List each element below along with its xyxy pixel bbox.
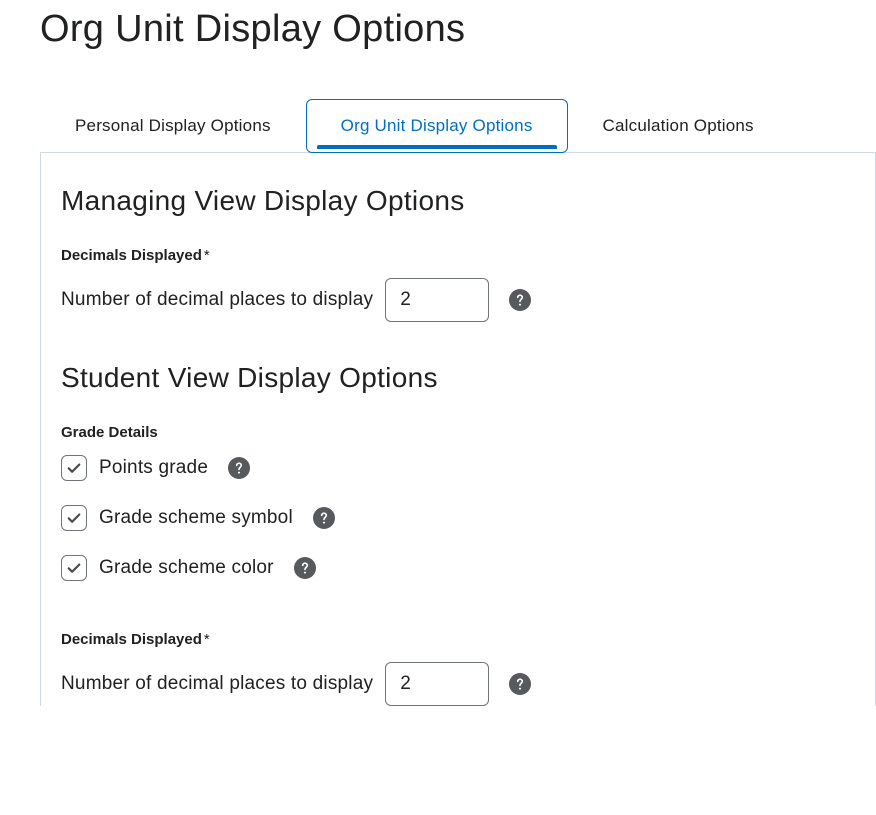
checkbox-row-points-grade: Points grade xyxy=(61,455,855,481)
tab-org-unit-display-options[interactable]: Org Unit Display Options xyxy=(306,99,568,153)
required-asterisk: * xyxy=(204,247,210,264)
points-grade-label: Points grade xyxy=(99,457,208,479)
checkmark-icon xyxy=(65,559,83,577)
help-icon[interactable] xyxy=(509,673,531,695)
grade-scheme-symbol-checkbox[interactable] xyxy=(61,505,87,531)
page-title: Org Unit Display Options xyxy=(0,0,876,99)
student-decimals-inline-label: Number of decimal places to display xyxy=(61,673,373,695)
required-asterisk: * xyxy=(204,631,210,648)
tab-personal-display-options[interactable]: Personal Display Options xyxy=(40,99,306,153)
grade-scheme-symbol-label: Grade scheme symbol xyxy=(99,507,293,529)
student-decimals-label: Decimals Displayed* xyxy=(61,631,855,648)
tab-panel: Managing View Display Options Decimals D… xyxy=(40,152,876,706)
managing-view-heading: Managing View Display Options xyxy=(61,185,855,217)
help-icon[interactable] xyxy=(509,289,531,311)
grade-details-label: Grade Details xyxy=(61,424,855,441)
student-decimals-row: Number of decimal places to display xyxy=(61,662,855,706)
checkbox-row-grade-scheme-symbol: Grade scheme symbol xyxy=(61,505,855,531)
student-decimals-input[interactable] xyxy=(385,662,489,706)
grade-scheme-color-checkbox[interactable] xyxy=(61,555,87,581)
student-view-heading: Student View Display Options xyxy=(61,362,855,394)
checkmark-icon xyxy=(65,509,83,527)
managing-decimals-label: Decimals Displayed* xyxy=(61,247,855,264)
help-icon[interactable] xyxy=(294,557,316,579)
tabs-container: Personal Display Options Org Unit Displa… xyxy=(0,99,876,153)
help-icon[interactable] xyxy=(313,507,335,529)
checkmark-icon xyxy=(65,459,83,477)
managing-decimals-input[interactable] xyxy=(385,278,489,322)
help-icon[interactable] xyxy=(228,457,250,479)
grade-details-group: Points grade Grade scheme symbol xyxy=(61,455,855,581)
points-grade-checkbox[interactable] xyxy=(61,455,87,481)
managing-decimals-label-text: Decimals Displayed xyxy=(61,247,202,264)
tab-calculation-options[interactable]: Calculation Options xyxy=(568,99,789,153)
managing-decimals-inline-label: Number of decimal places to display xyxy=(61,289,373,311)
tab-list: Personal Display Options Org Unit Displa… xyxy=(40,99,876,153)
grade-scheme-color-label: Grade scheme color xyxy=(99,557,274,579)
checkbox-row-grade-scheme-color: Grade scheme color xyxy=(61,555,855,581)
managing-decimals-row: Number of decimal places to display xyxy=(61,278,855,322)
student-decimals-label-text: Decimals Displayed xyxy=(61,631,202,648)
